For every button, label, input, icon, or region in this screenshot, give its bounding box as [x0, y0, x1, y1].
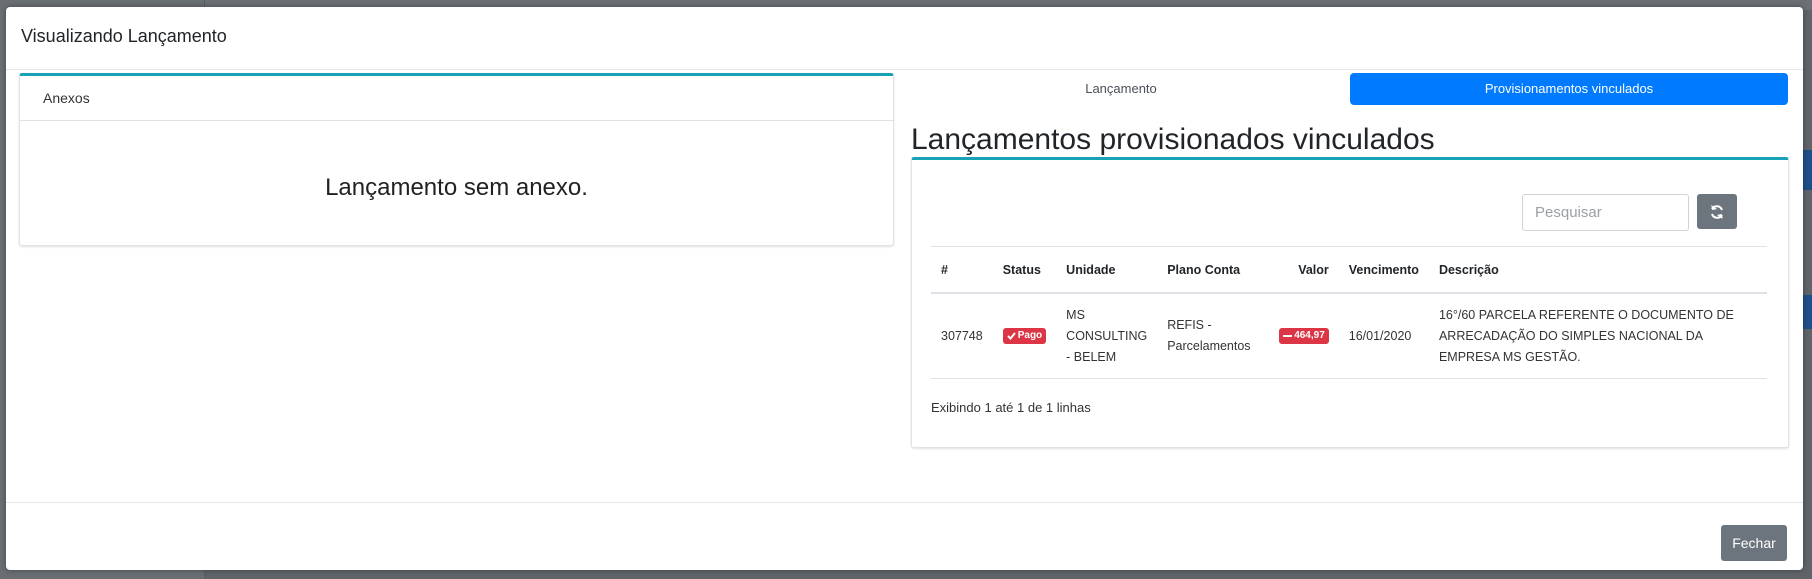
refresh-icon: [1711, 204, 1723, 219]
col-header-valor[interactable]: Valor: [1269, 246, 1339, 294]
row-plano-conta: REFIS - Parcelamentos: [1157, 293, 1270, 379]
tab-lancamento[interactable]: Lançamento: [903, 73, 1339, 105]
valor-badge-label: 464,97: [1294, 329, 1325, 341]
modal-header: Visualizando Lançamento: [6, 7, 1803, 70]
attachments-card: Anexos Lançamento sem anexo.: [19, 73, 894, 246]
pagination-info: Exibindo 1 até 1 de 1 linhas: [931, 400, 1091, 415]
tab-provisionamentos-vinculados[interactable]: Provisionamentos vinculados: [1350, 73, 1788, 105]
attachments-card-header: Anexos: [20, 76, 893, 121]
modal-title: Visualizando Lançamento: [21, 26, 227, 46]
close-button[interactable]: Fechar: [1721, 525, 1787, 561]
modal-footer: Fechar: [6, 502, 1803, 571]
col-header-descricao[interactable]: Descrição: [1428, 246, 1767, 294]
status-badge-label: Pago: [1017, 329, 1043, 341]
col-header-vencimento[interactable]: Vencimento: [1338, 246, 1429, 294]
check-icon: [1007, 331, 1016, 340]
table-row[interactable]: 307748 Pago MS CONSULTING - BELEM REFIS …: [931, 293, 1767, 379]
table-header-row: # Status Unidade Plano Conta Valor Venci…: [931, 246, 1767, 294]
status-badge: Pago: [1002, 327, 1047, 344]
row-descricao: 16°/60 PARCELA REFERENTE O DOCUMENTO DE …: [1428, 293, 1767, 379]
linked-provisions-card: # Status Unidade Plano Conta Valor Venci…: [911, 157, 1789, 448]
row-id: 307748: [931, 293, 993, 379]
refresh-button[interactable]: [1697, 194, 1737, 229]
col-header-id[interactable]: #: [931, 246, 993, 294]
row-vencimento: 16/01/2020: [1338, 293, 1429, 379]
section-title: Lançamentos provisionados vinculados: [911, 123, 1435, 156]
col-header-status[interactable]: Status: [992, 246, 1057, 294]
provisions-table: # Status Unidade Plano Conta Valor Venci…: [931, 246, 1767, 379]
search-input[interactable]: [1522, 194, 1689, 231]
valor-badge: 464,97: [1279, 327, 1329, 344]
attachments-empty-message: Lançamento sem anexo.: [325, 174, 588, 201]
col-header-unidade[interactable]: Unidade: [1056, 246, 1158, 294]
row-unidade: MS CONSULTING - BELEM: [1056, 293, 1158, 379]
view-lancamento-modal: Visualizando Lançamento Anexos Lançament…: [6, 7, 1803, 570]
minus-icon: [1283, 334, 1293, 337]
col-header-plano-conta[interactable]: Plano Conta: [1157, 246, 1270, 294]
attachments-title: Anexos: [43, 90, 90, 106]
